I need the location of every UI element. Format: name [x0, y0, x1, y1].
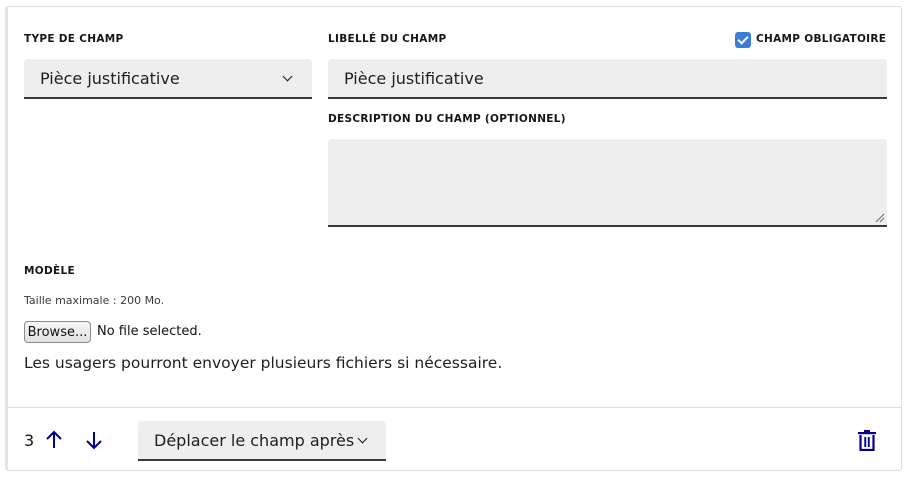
mandatory-checkbox[interactable] — [735, 32, 751, 48]
move-after-select[interactable]: Déplacer le champ après — [138, 421, 386, 461]
description-textarea[interactable] — [328, 139, 887, 227]
arrow-up-icon[interactable] — [45, 430, 63, 450]
libelle-input[interactable]: Pièce justificative — [328, 59, 887, 99]
libelle-field-label: LIBELLÉ DU CHAMP — [328, 33, 447, 45]
modele-label: MODÈLE — [24, 265, 75, 277]
type-field-select[interactable]: Pièce justificative — [24, 59, 312, 99]
browse-button[interactable]: Browse... — [24, 321, 91, 343]
file-status: No file selected. — [97, 324, 202, 339]
info-text: Les usagers pourront envoyer plusieurs f… — [24, 354, 503, 372]
move-after-label: Déplacer le champ après — [154, 430, 355, 450]
position-number: 3 — [24, 431, 35, 450]
footer-divider — [8, 407, 902, 408]
type-field-value: Pièce justificative — [40, 68, 180, 88]
modele-hint: Taille maximale : 200 Mo. — [24, 294, 165, 307]
chevron-down-icon — [357, 433, 368, 444]
trash-icon[interactable] — [857, 430, 877, 451]
description-label: DESCRIPTION DU CHAMP (OPTIONNEL) — [328, 113, 566, 125]
resize-grip-icon[interactable] — [875, 213, 885, 223]
libelle-value: Pièce justificative — [344, 68, 484, 88]
mandatory-label: CHAMP OBLIGATOIRE — [756, 33, 887, 45]
arrow-down-icon[interactable] — [85, 430, 103, 450]
type-field-label: TYPE DE CHAMP — [24, 33, 124, 45]
chevron-down-icon — [282, 71, 293, 82]
